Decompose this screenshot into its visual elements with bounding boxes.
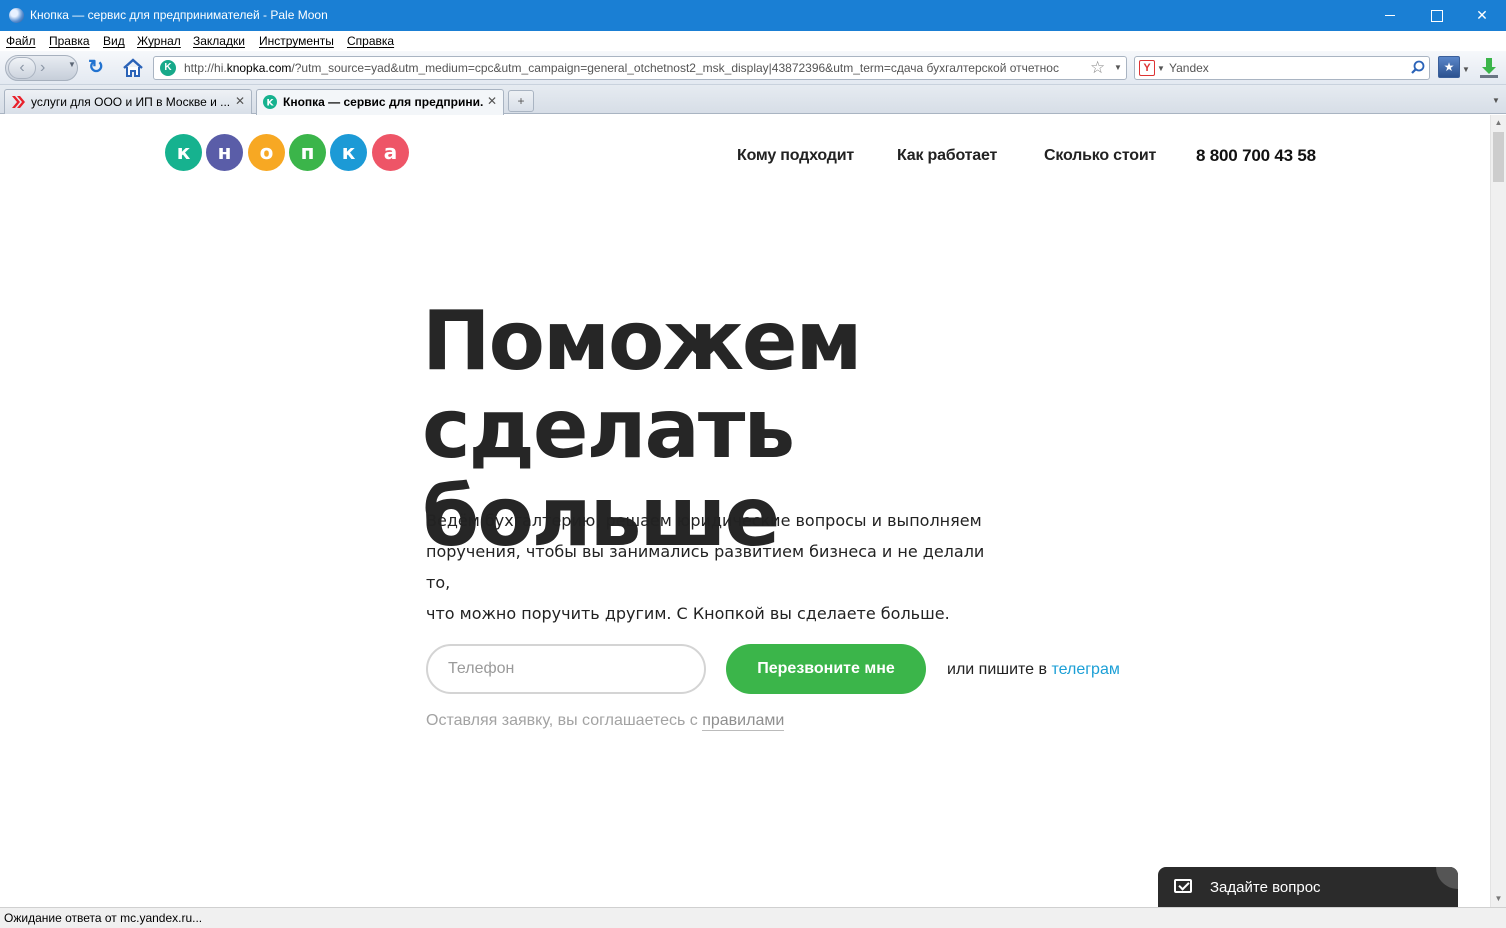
back-button[interactable]: ‹ [8,57,36,79]
logo-letter: о [248,134,285,171]
menu-view[interactable]: Вид [103,34,125,48]
bookmark-star-icon[interactable]: ☆ [1090,58,1105,78]
close-button[interactable]: ✕ [1459,0,1505,31]
page-content: к н о п к а Кому подходит Как работает С… [0,115,1490,907]
consent-text: Оставляя заявку, вы соглашаетесь с прави… [426,712,785,731]
menu-tools[interactable]: Инструменты [259,34,334,48]
menu-bookmarks[interactable]: Закладки [193,34,245,48]
tab-label: Кнопка — сервис для предприни... [283,95,483,109]
back-forward-group: ‹ › ▼ [5,55,78,81]
site-favicon-icon: K [160,60,176,76]
download-icon [1480,58,1498,78]
site-favicon-icon: K [263,95,277,109]
forward-button[interactable]: › [40,58,45,78]
tab-knopka[interactable]: K Кнопка — сервис для предприни... ✕ [256,89,504,115]
menu-help[interactable]: Справка [347,34,394,48]
tab-services[interactable]: услуги для ООО и ИП в Москве и ... ✕ [4,89,252,114]
search-input[interactable]: Yandex [1169,61,1209,75]
url-text[interactable]: http://hi.knopka.com/?utm_source=yad&utm… [184,61,1089,75]
logo-letter: к [330,134,367,171]
menu-file[interactable]: Файл [6,34,36,48]
chat-widget[interactable]: Задайте вопрос [1158,867,1458,907]
bookmarks-dropdown-icon[interactable]: ▼ [1462,65,1470,74]
tab-label: услуги для ООО и ИП в Москве и ... [31,95,229,109]
bookmarks-menu-button[interactable]: ★ [1438,56,1460,78]
pale-moon-icon [9,8,24,23]
title-bar: Кнопка — сервис для предпринимателей - P… [0,0,1506,31]
telegram-link[interactable]: телеграм [1051,661,1119,678]
address-bar[interactable]: K http://hi.knopka.com/?utm_source=yad&u… [153,56,1127,80]
reload-button[interactable]: ↻ [88,58,108,78]
chat-corner [1436,867,1458,889]
status-bar: Ожидание ответа от mc.yandex.ru... [0,907,1506,928]
nav-how-it-works[interactable]: Как работает [897,147,997,165]
tab-close-icon[interactable]: ✕ [487,94,497,108]
tab-strip: услуги для ООО и ИП в Москве и ... ✕ K К… [0,85,1506,115]
nav-who-fits[interactable]: Кому подходит [737,147,854,165]
search-bar[interactable]: Y ▼ Yandex [1134,56,1430,80]
nav-pricing[interactable]: Сколько стоит [1044,147,1156,165]
yandex-direct-icon [12,96,25,108]
scroll-thumb[interactable] [1493,132,1504,182]
navigation-toolbar: ‹ › ▼ ↻ K http://hi.knopka.com/?utm_sour… [0,51,1506,85]
hero-description: Ведём бухгалтерию, решаем юридические во… [426,511,985,623]
message-icon [1174,879,1192,893]
svg-text:K: K [267,99,275,109]
downloads-button[interactable] [1478,56,1500,80]
maximize-button[interactable] [1413,0,1459,31]
phone-input[interactable] [426,644,706,694]
logo-letter: п [289,134,326,171]
home-button[interactable] [122,58,144,78]
home-icon [123,58,143,77]
page-scrollbar[interactable]: ▲ ▼ [1490,115,1506,907]
chat-label: Задайте вопрос [1210,879,1321,896]
search-engine-dropdown-icon[interactable]: ▼ [1157,64,1165,73]
rules-link[interactable]: правилами [702,712,785,731]
callback-button[interactable]: Перезвоните мне [726,644,926,694]
tab-close-icon[interactable]: ✕ [235,94,245,108]
yandex-icon[interactable]: Y [1139,60,1155,76]
scroll-up-icon[interactable]: ▲ [1491,115,1506,131]
logo-letter: а [372,134,409,171]
new-tab-button[interactable]: + [508,90,534,112]
or-write-text: или пишите в телеграм [947,661,1120,678]
scroll-down-icon[interactable]: ▼ [1491,891,1506,907]
history-dropdown-icon[interactable]: ▼ [68,60,76,69]
window-title: Кнопка — сервис для предпринимателей - P… [30,8,328,22]
logo-letter: н [206,134,243,171]
menu-edit[interactable]: Правка [49,34,90,48]
nav-phone[interactable]: 8 800 700 43 58 [1196,146,1316,166]
tab-list-dropdown-icon[interactable]: ▼ [1488,91,1504,111]
url-dropdown-icon[interactable]: ▼ [1114,63,1122,72]
status-text: Ожидание ответа от mc.yandex.ru... [4,911,203,925]
search-icon[interactable] [1411,60,1425,74]
menu-history[interactable]: Журнал [137,34,181,48]
minimize-button[interactable] [1367,0,1413,31]
menu-bar: Файл Правка Вид Журнал Закладки Инструме… [0,31,1506,51]
logo-letter: к [165,134,202,171]
